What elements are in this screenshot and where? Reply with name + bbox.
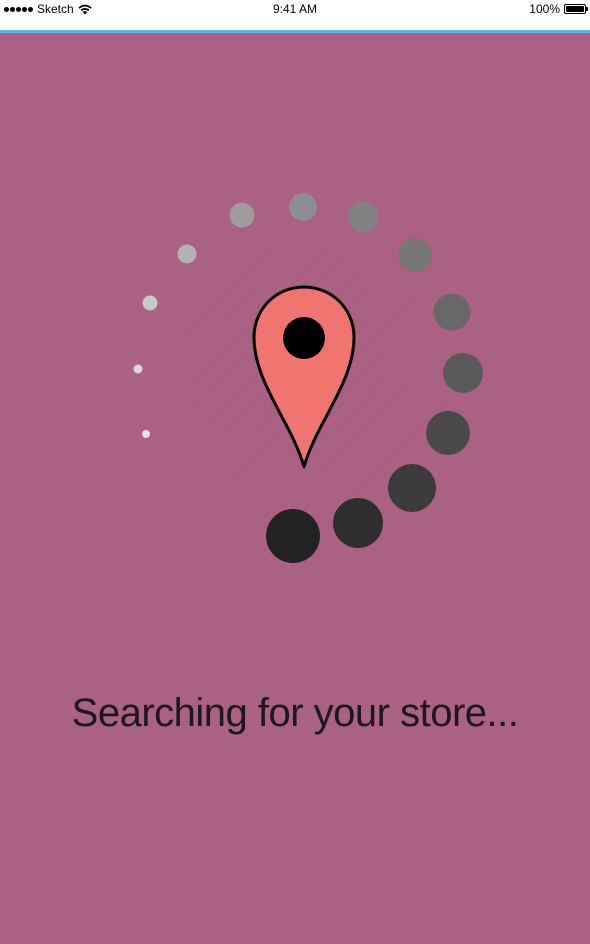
spinner-dot <box>133 364 143 374</box>
spinner-dot <box>229 202 255 228</box>
battery-icon <box>564 4 588 14</box>
spinner-dot <box>443 353 483 393</box>
spinner-dot <box>142 295 158 311</box>
spinner-dot <box>142 430 150 438</box>
battery-percentage: 100% <box>529 2 560 16</box>
spinner-dot <box>289 193 317 221</box>
main-content: Searching for your store... <box>0 33 590 944</box>
spinner-dot <box>177 244 197 264</box>
spinner-dot <box>266 509 320 563</box>
status-bar: Sketch 9:41 AM 100% <box>0 0 590 30</box>
loading-spinner-icon <box>125 188 495 563</box>
app-screen: Sketch 9:41 AM 100% Searching for your s… <box>0 0 590 944</box>
spinner-dot <box>388 464 436 512</box>
spinner-dot <box>398 238 432 272</box>
spinner-dot <box>426 411 470 455</box>
searching-message: Searching for your store... <box>71 691 519 735</box>
status-time: 9:41 AM <box>272 2 318 16</box>
spinner-dot <box>433 293 471 331</box>
status-right: 100% <box>529 2 588 16</box>
spinner-dot <box>347 201 379 233</box>
spinner-dot <box>333 498 383 548</box>
